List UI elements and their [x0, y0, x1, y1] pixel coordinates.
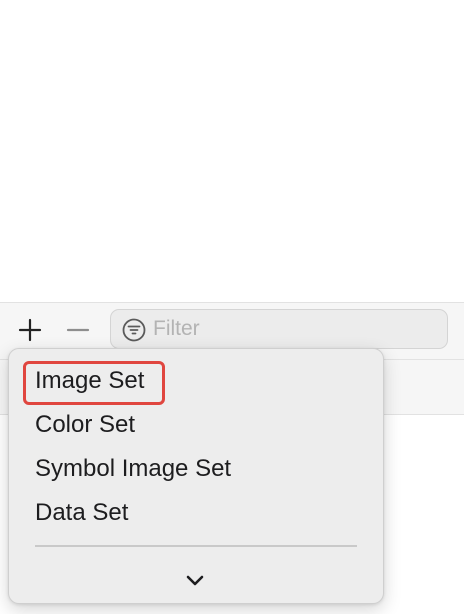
plus-icon — [18, 318, 42, 342]
filter-input[interactable] — [153, 314, 433, 344]
chevron-down-icon — [186, 575, 204, 586]
add-asset-menu: Image Set Color Set Symbol Image Set Dat… — [8, 348, 384, 604]
menu-item-image-set[interactable]: Image Set — [35, 365, 144, 397]
minus-icon — [66, 328, 90, 332]
add-button[interactable] — [16, 316, 44, 344]
menu-item-symbol-image-set[interactable]: Symbol Image Set — [35, 453, 231, 485]
remove-button[interactable] — [64, 316, 92, 344]
asset-list-area — [0, 0, 464, 302]
menu-item-data-set[interactable]: Data Set — [35, 497, 128, 529]
more-items-button[interactable] — [183, 571, 207, 591]
filter-field[interactable] — [110, 309, 448, 349]
menu-item-color-set[interactable]: Color Set — [35, 409, 135, 441]
menu-divider — [35, 545, 357, 547]
filter-icon[interactable] — [122, 318, 146, 342]
